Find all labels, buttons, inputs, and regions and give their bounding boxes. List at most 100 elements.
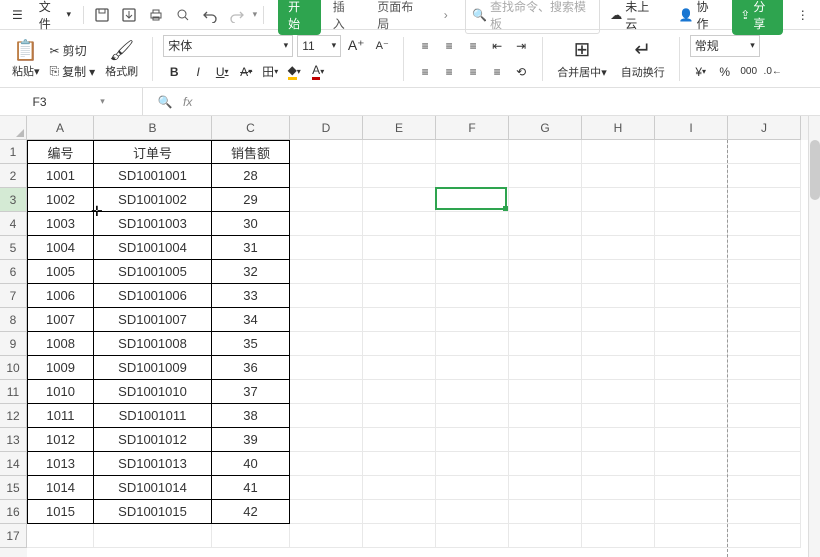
cell-H16[interactable]	[582, 500, 655, 524]
row-header-8[interactable]: 8	[0, 308, 27, 332]
cell-D17[interactable]	[290, 524, 363, 548]
cell-A1[interactable]: 编号	[27, 140, 94, 164]
cell-A17[interactable]	[27, 524, 94, 548]
cell-J6[interactable]	[728, 260, 801, 284]
cell-J8[interactable]	[728, 308, 801, 332]
cell-I1[interactable]	[655, 140, 728, 164]
cell-J3[interactable]	[728, 188, 801, 212]
cell-G6[interactable]	[509, 260, 582, 284]
cell-G17[interactable]	[509, 524, 582, 548]
cell-C13[interactable]: 39	[212, 428, 290, 452]
cell-D15[interactable]	[290, 476, 363, 500]
cell-I17[interactable]	[655, 524, 728, 548]
row-header-4[interactable]: 4	[0, 212, 27, 236]
cell-F17[interactable]	[436, 524, 509, 548]
copy-button[interactable]: ⎘复制▾	[48, 62, 98, 81]
row-header-6[interactable]: 6	[0, 260, 27, 284]
hamburger-menu[interactable]: ☰	[6, 6, 29, 24]
cell-E14[interactable]	[363, 452, 436, 476]
cell-H11[interactable]	[582, 380, 655, 404]
row-header-5[interactable]: 5	[0, 236, 27, 260]
cell-H13[interactable]	[582, 428, 655, 452]
row-header-9[interactable]: 9	[0, 332, 27, 356]
cell-E8[interactable]	[363, 308, 436, 332]
cell-D12[interactable]	[290, 404, 363, 428]
col-header-E[interactable]: E	[363, 116, 436, 140]
indent-increase-icon[interactable]: ⇥	[510, 35, 532, 57]
save-as-icon[interactable]	[117, 3, 140, 27]
cell-C6[interactable]: 32	[212, 260, 290, 284]
cell-I4[interactable]	[655, 212, 728, 236]
cell-B4[interactable]: SD1001003	[94, 212, 212, 236]
cell-I16[interactable]	[655, 500, 728, 524]
save-icon[interactable]	[90, 3, 113, 27]
cell-C5[interactable]: 31	[212, 236, 290, 260]
cell-C2[interactable]: 28	[212, 164, 290, 188]
cell-E6[interactable]	[363, 260, 436, 284]
cell-F7[interactable]	[436, 284, 509, 308]
cell-B16[interactable]: SD1001015	[94, 500, 212, 524]
cell-F10[interactable]	[436, 356, 509, 380]
cell-E3[interactable]	[363, 188, 436, 212]
cell-A3[interactable]: 1002	[27, 188, 94, 212]
wrap-text-button[interactable]: ↵ 自动换行	[617, 35, 669, 82]
cell-I7[interactable]	[655, 284, 728, 308]
cell-J1[interactable]	[728, 140, 801, 164]
row-header-2[interactable]: 2	[0, 164, 27, 188]
cell-A10[interactable]: 1009	[27, 356, 94, 380]
cell-A15[interactable]: 1014	[27, 476, 94, 500]
cell-G1[interactable]	[509, 140, 582, 164]
cell-D11[interactable]	[290, 380, 363, 404]
cell-D1[interactable]	[290, 140, 363, 164]
cloud-btn[interactable]: ☁未上云	[604, 0, 664, 34]
indent-decrease-icon[interactable]: ⇤	[486, 35, 508, 57]
cell-C14[interactable]: 40	[212, 452, 290, 476]
cell-B12[interactable]: SD1001011	[94, 404, 212, 428]
cell-A6[interactable]: 1005	[27, 260, 94, 284]
font-color-button[interactable]: A▾	[307, 61, 329, 83]
cell-E1[interactable]	[363, 140, 436, 164]
font-family-select[interactable]: 宋体▾	[163, 35, 293, 57]
cell-H5[interactable]	[582, 236, 655, 260]
cell-F5[interactable]	[436, 236, 509, 260]
cell-I5[interactable]	[655, 236, 728, 260]
cell-I11[interactable]	[655, 380, 728, 404]
col-header-C[interactable]: C	[212, 116, 290, 140]
cell-I13[interactable]	[655, 428, 728, 452]
cell-J2[interactable]	[728, 164, 801, 188]
cell-B14[interactable]: SD1001013	[94, 452, 212, 476]
print-icon[interactable]	[144, 3, 167, 27]
name-box[interactable]: F3▾	[0, 88, 143, 115]
cell-F1[interactable]	[436, 140, 509, 164]
col-header-D[interactable]: D	[290, 116, 363, 140]
row-header-11[interactable]: 11	[0, 380, 27, 404]
cell-F13[interactable]	[436, 428, 509, 452]
cell-A13[interactable]: 1012	[27, 428, 94, 452]
print-preview-icon[interactable]	[171, 3, 194, 27]
cell-H4[interactable]	[582, 212, 655, 236]
cell-D5[interactable]	[290, 236, 363, 260]
cell-F6[interactable]	[436, 260, 509, 284]
redo-icon[interactable]	[225, 3, 248, 27]
row-header-3[interactable]: 3	[0, 188, 27, 212]
collab-btn[interactable]: 👤协作	[673, 0, 725, 34]
cell-J15[interactable]	[728, 476, 801, 500]
cell-B5[interactable]: SD1001004	[94, 236, 212, 260]
percent-icon[interactable]: %	[714, 61, 736, 83]
cell-B13[interactable]: SD1001012	[94, 428, 212, 452]
cell-C8[interactable]: 34	[212, 308, 290, 332]
cell-D10[interactable]	[290, 356, 363, 380]
cell-I6[interactable]	[655, 260, 728, 284]
align-center-icon[interactable]: ≡	[438, 61, 460, 83]
font-decrease-icon[interactable]: A⁻	[371, 35, 393, 57]
cell-C1[interactable]: 销售额	[212, 140, 290, 164]
cell-G4[interactable]	[509, 212, 582, 236]
cell-D9[interactable]	[290, 332, 363, 356]
cell-E15[interactable]	[363, 476, 436, 500]
cell-D6[interactable]	[290, 260, 363, 284]
cell-J12[interactable]	[728, 404, 801, 428]
col-header-I[interactable]: I	[655, 116, 728, 140]
cell-B2[interactable]: SD1001001	[94, 164, 212, 188]
cell-D7[interactable]	[290, 284, 363, 308]
cell-H14[interactable]	[582, 452, 655, 476]
